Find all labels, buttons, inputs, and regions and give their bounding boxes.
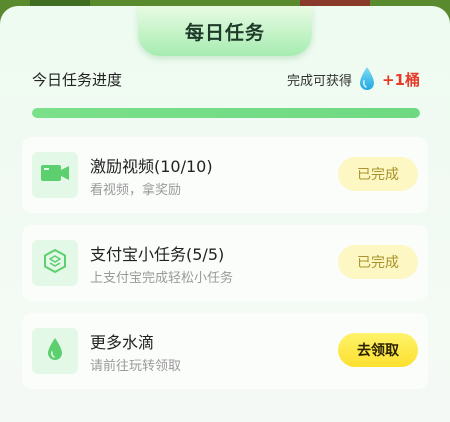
task-completed-button[interactable]: 已完成 bbox=[338, 157, 418, 191]
task-card-alipay: 支付宝小任务(5/5) 上支付宝完成轻松小任务 已完成 bbox=[22, 225, 428, 301]
claim-button[interactable]: 去领取 bbox=[338, 333, 418, 367]
task-subtitle: 看视频，拿奖励 bbox=[90, 183, 182, 198]
progress-fill bbox=[32, 108, 420, 118]
task-icon-box bbox=[32, 152, 78, 198]
task-title: 激励视频(10/10) bbox=[90, 157, 213, 176]
task-title: 更多水滴 bbox=[90, 333, 155, 352]
daily-task-panel: 每日任务 今日任务进度 完成可获得 +1桶 激励视频(10/10) 看视频，拿奖… bbox=[0, 6, 450, 422]
reward-text: 完成可获得 bbox=[286, 73, 352, 89]
task-card-video: 激励视频(10/10) 看视频，拿奖励 已完成 bbox=[22, 137, 428, 213]
panel-title-tab: 每日任务 bbox=[138, 6, 312, 56]
task-subtitle: 请前往玩转领取 bbox=[90, 359, 182, 374]
task-icon-box bbox=[32, 240, 78, 286]
progress-label: 今日任务进度 bbox=[32, 70, 123, 89]
reward-info: 完成可获得 +1桶 bbox=[287, 66, 420, 92]
water-drop-icon bbox=[358, 66, 376, 92]
task-title: 支付宝小任务(5/5) bbox=[90, 245, 225, 264]
video-icon bbox=[40, 162, 70, 188]
alipay-cube-icon bbox=[42, 248, 68, 278]
task-completed-button[interactable]: 已完成 bbox=[338, 245, 418, 279]
panel-title: 每日任务 bbox=[184, 21, 265, 44]
water-drop-icon bbox=[45, 336, 65, 366]
task-icon-box bbox=[32, 328, 78, 374]
progress-bar bbox=[32, 108, 420, 118]
task-subtitle: 上支付宝完成轻松小任务 bbox=[90, 271, 234, 286]
reward-amount: +1桶 bbox=[381, 70, 420, 89]
progress-header: 今日任务进度 完成可获得 +1桶 bbox=[32, 64, 420, 94]
task-card-more-water: 更多水滴 请前往玩转领取 去领取 bbox=[22, 313, 428, 389]
